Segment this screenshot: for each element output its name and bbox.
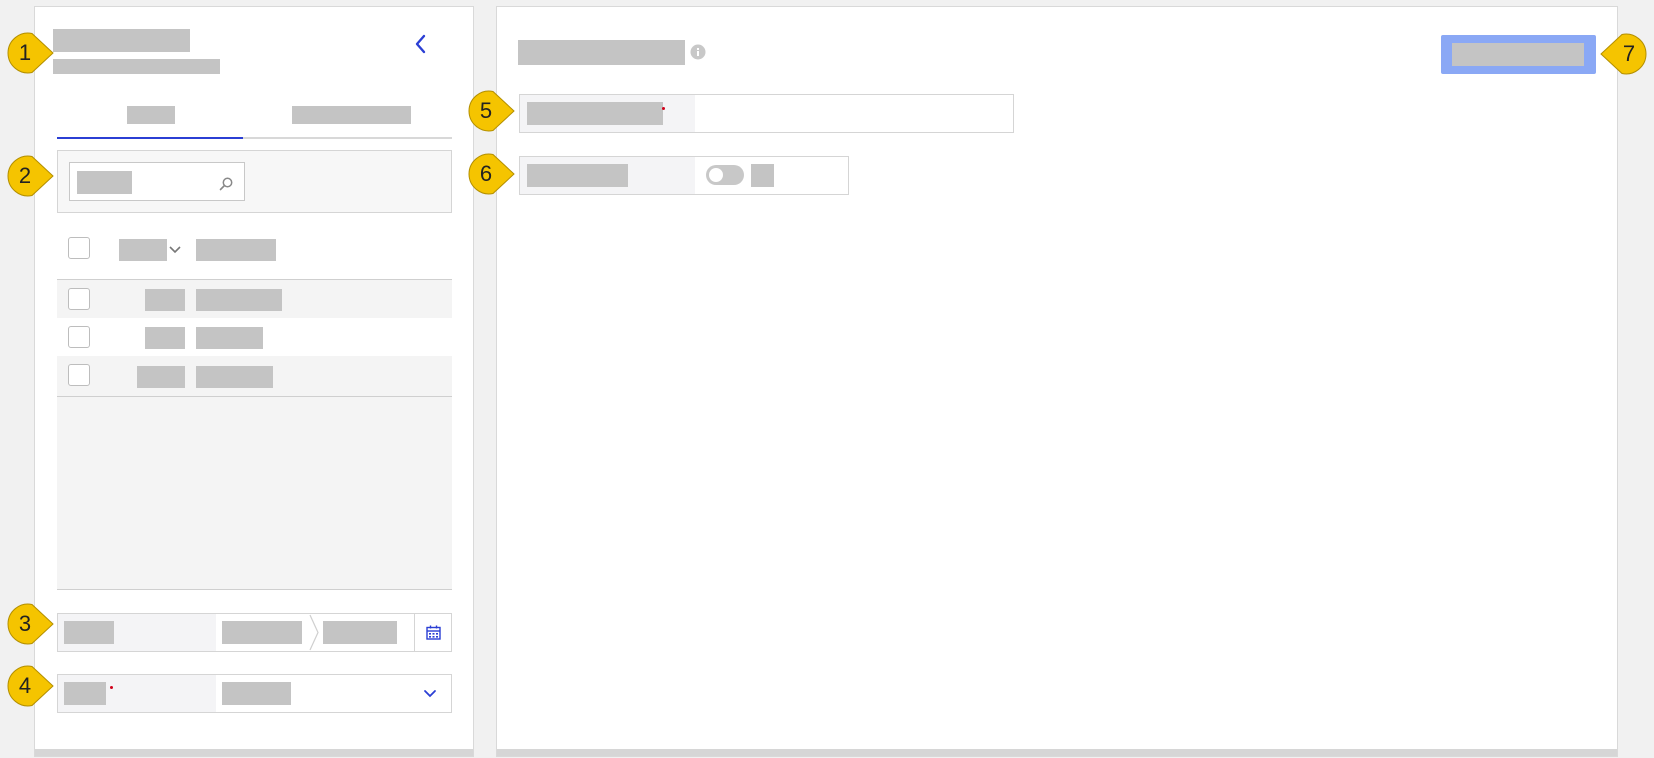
- callout-number: 3: [18, 611, 32, 636]
- row-cell-2: [196, 327, 263, 349]
- chevron-down-icon: [169, 246, 181, 254]
- search-toolbar: [57, 150, 452, 213]
- callout-marker-3: 3: [2, 603, 54, 645]
- row-cell-2: [196, 366, 273, 388]
- row-cell-1: [137, 366, 185, 388]
- callout-number: 2: [18, 163, 32, 188]
- date-range-label: [64, 621, 114, 644]
- callout-marker-2: 2: [2, 155, 54, 197]
- panel-title: [53, 29, 190, 52]
- required-indicator: [662, 107, 665, 110]
- page-title: [518, 40, 685, 65]
- search-icon: [219, 177, 233, 191]
- table-header: [57, 227, 452, 279]
- tab-1-label: [127, 106, 175, 124]
- callout-number: 5: [479, 98, 493, 123]
- date-range-label-cell: [58, 614, 216, 651]
- search-placeholder: [77, 171, 132, 194]
- table-row[interactable]: [57, 318, 452, 356]
- column-header-2: [196, 239, 276, 261]
- chevron-left-icon: [415, 34, 426, 54]
- right-panel: [496, 6, 1618, 757]
- text-field-label: [527, 102, 663, 125]
- panel-subtitle: [53, 59, 220, 74]
- select-dropdown[interactable]: [216, 675, 451, 712]
- calendar-button[interactable]: [414, 614, 452, 651]
- left-panel: [34, 6, 474, 757]
- primary-button[interactable]: [1441, 35, 1596, 74]
- date-range-field: [57, 613, 452, 652]
- row-cell-2: [196, 289, 282, 311]
- select-label-cell: [58, 675, 216, 712]
- tab-1[interactable]: [57, 97, 243, 137]
- callout-marker-1: 1: [2, 32, 54, 74]
- tab-2-label: [292, 106, 411, 124]
- date-start-value: [222, 621, 302, 644]
- callout-number: 6: [479, 161, 493, 186]
- column-header-1: [119, 239, 167, 261]
- row-checkbox[interactable]: [68, 326, 90, 348]
- date-start-input[interactable]: [216, 614, 310, 651]
- row-checkbox[interactable]: [68, 364, 90, 386]
- table-row[interactable]: [57, 356, 452, 396]
- callout-number: 7: [1622, 41, 1636, 66]
- callout-marker-4: 4: [2, 665, 54, 707]
- callout-marker-7: 7: [1600, 33, 1652, 75]
- chevron-down-icon: [424, 690, 436, 698]
- callout-marker-5: 5: [463, 90, 515, 132]
- toggle-field-label-cell: [520, 157, 695, 194]
- row-checkbox[interactable]: [68, 288, 90, 310]
- toggle-knob: [709, 168, 723, 182]
- row-cell-1: [145, 327, 185, 349]
- toggle-switch[interactable]: [706, 165, 744, 185]
- horizontal-scrollbar[interactable]: [497, 749, 1617, 756]
- toggle-field-label: [527, 164, 628, 187]
- active-tab-indicator: [57, 137, 243, 139]
- text-field: [519, 94, 1014, 133]
- search-input[interactable]: [69, 162, 245, 201]
- primary-button-label: [1452, 43, 1584, 66]
- sort-column-header[interactable]: [119, 239, 185, 261]
- toggle-field: [519, 156, 849, 195]
- select-field: [57, 674, 452, 713]
- date-end-value: [323, 621, 397, 644]
- table-bottom-divider: [57, 589, 452, 590]
- collapse-button[interactable]: [411, 31, 431, 57]
- select-all-checkbox[interactable]: [68, 237, 90, 259]
- table-empty-area: [57, 397, 452, 589]
- table-row[interactable]: [57, 280, 452, 318]
- select-value: [222, 682, 291, 705]
- select-label: [64, 682, 106, 705]
- toggle-state-label: [751, 164, 774, 187]
- required-indicator: [110, 686, 113, 689]
- date-end-input[interactable]: [320, 614, 406, 651]
- horizontal-scrollbar[interactable]: [35, 749, 473, 756]
- row-cell-1: [145, 289, 185, 311]
- callout-number: 4: [18, 673, 32, 698]
- tab-2[interactable]: [243, 97, 452, 137]
- callout-marker-6: 6: [463, 153, 515, 195]
- calendar-icon: [426, 625, 441, 640]
- text-field-label-cell: [520, 95, 695, 132]
- text-field-input[interactable]: [695, 95, 1013, 132]
- info-icon[interactable]: [690, 44, 706, 60]
- callout-number: 1: [18, 40, 32, 65]
